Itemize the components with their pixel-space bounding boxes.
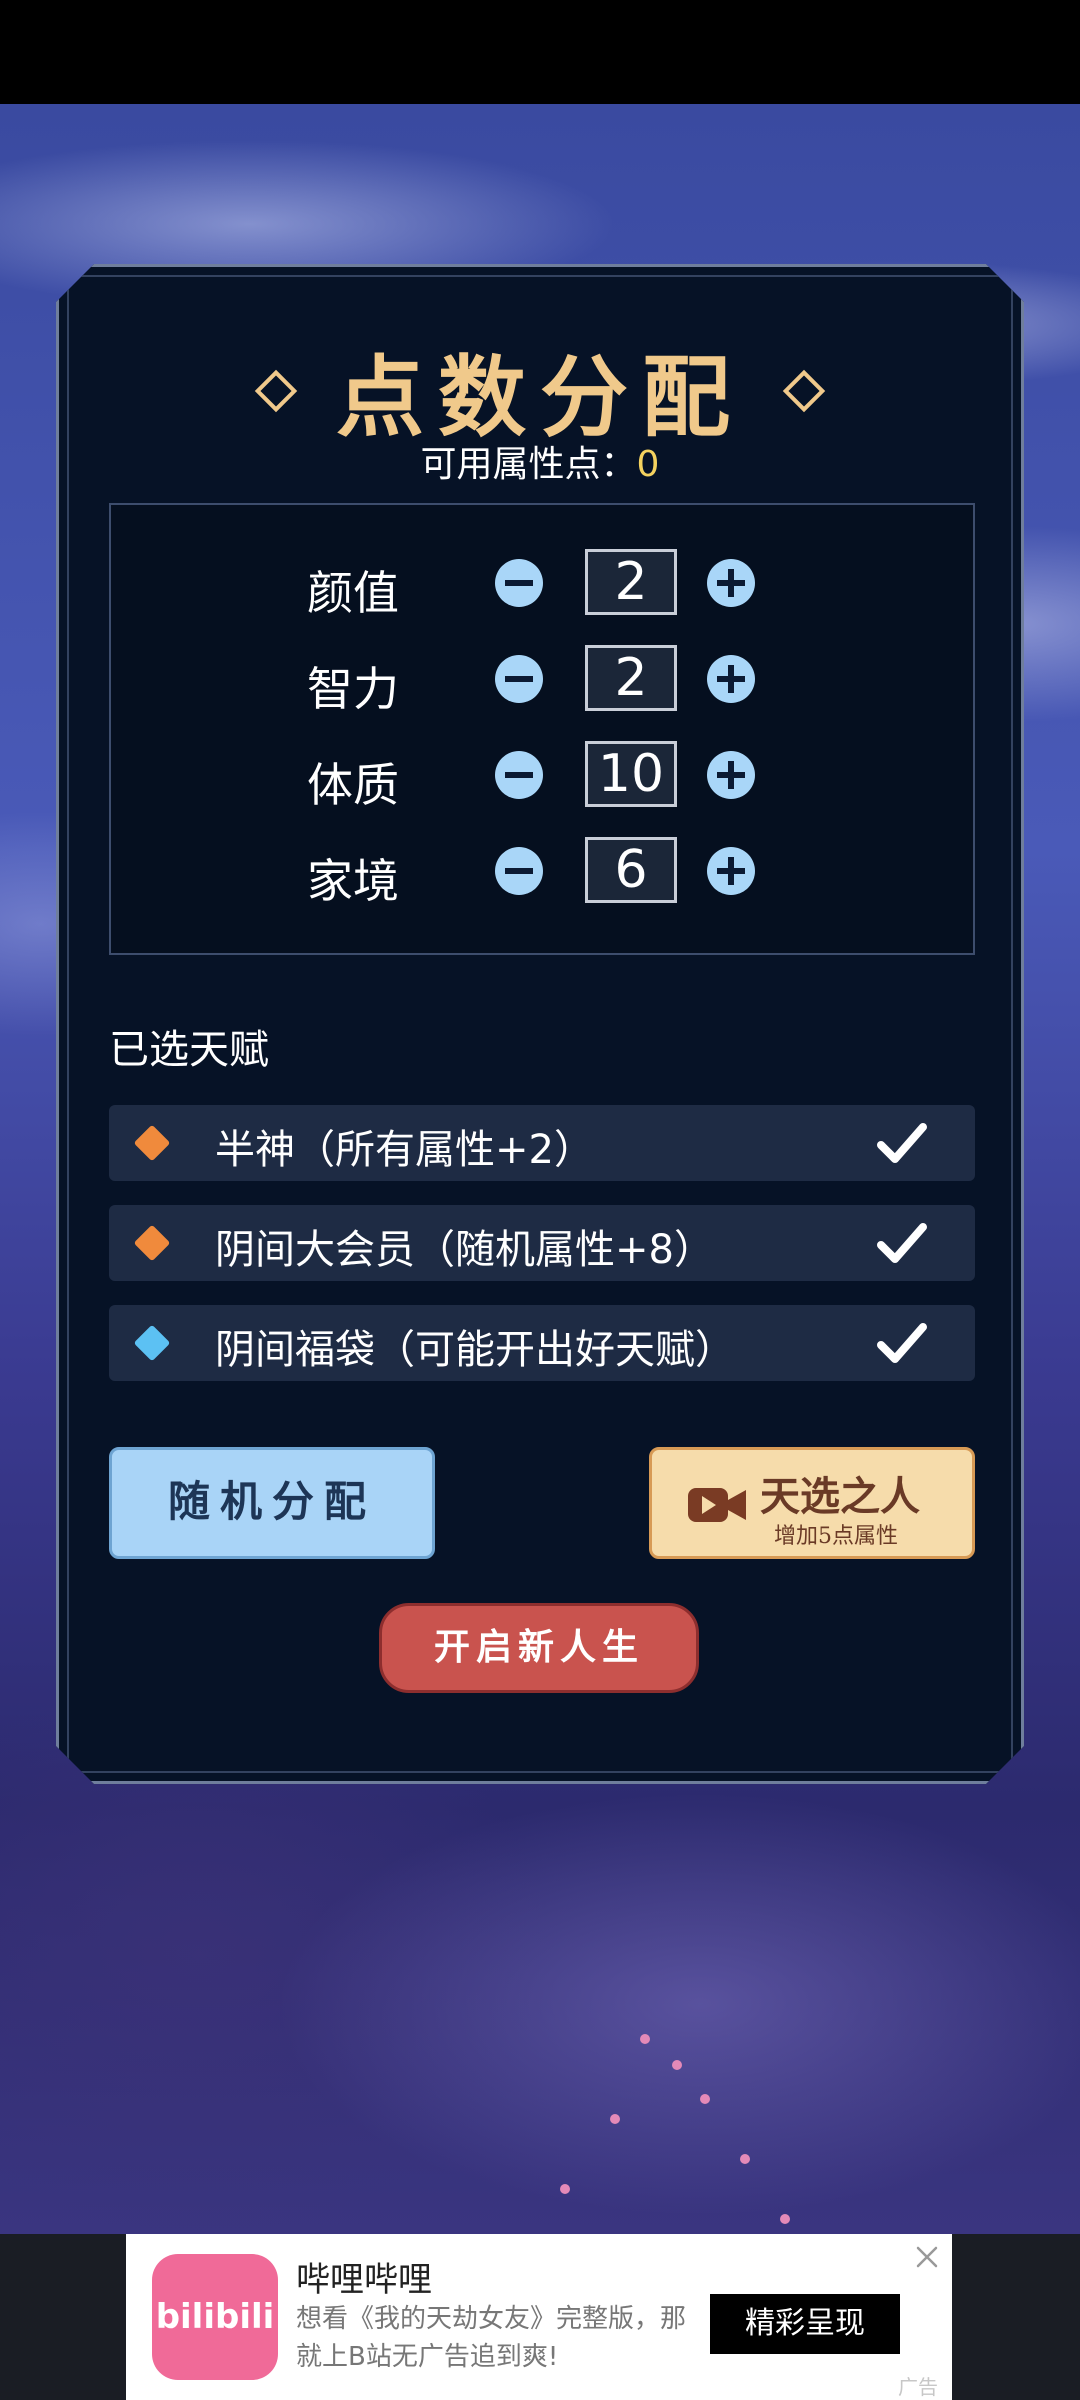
checkmark-icon bbox=[877, 1221, 927, 1265]
attribute-row-intelligence: 智力 2 bbox=[111, 645, 973, 715]
close-icon[interactable] bbox=[912, 2242, 942, 2272]
ad-badge: 广告 bbox=[898, 2375, 938, 2399]
status-bar bbox=[0, 0, 1080, 104]
checkmark-icon bbox=[877, 1121, 927, 1165]
talent-item[interactable]: 阴间福袋（可能开出好天赋） bbox=[109, 1305, 975, 1381]
chosen-one-label: 天选之人 bbox=[760, 1473, 920, 1520]
attribute-label: 智力 bbox=[307, 662, 399, 716]
available-points-label: 可用属性点： bbox=[420, 444, 637, 485]
diamond-gem-icon bbox=[134, 1225, 171, 1262]
video-icon bbox=[686, 1482, 748, 1528]
attribute-row-appearance: 颜值 2 bbox=[111, 549, 973, 619]
attribute-label: 颜值 bbox=[307, 566, 399, 620]
increase-button[interactable] bbox=[707, 559, 755, 607]
point-allocation-panel: 点数分配 可用属性点：0 颜值 2 智力 2 体质 10 家境 6 已选天赋 半… bbox=[56, 264, 1024, 1784]
increase-button[interactable] bbox=[707, 847, 755, 895]
talent-text: 阴间福袋（可能开出好天赋） bbox=[215, 1327, 735, 1373]
chosen-one-button[interactable]: 天选之人 增加5点属性 bbox=[649, 1447, 975, 1559]
attribute-row-family: 家境 6 bbox=[111, 837, 973, 907]
decrease-button[interactable] bbox=[495, 655, 543, 703]
diamond-gem-icon bbox=[134, 1325, 171, 1362]
attribute-value: 6 bbox=[585, 837, 677, 903]
diamond-gem-icon bbox=[134, 1125, 171, 1162]
ad-description: 想看《我的天劫女友》完整版，那就上B站无广告追到爽! bbox=[296, 2304, 687, 2372]
ad-title: 哔哩哔哩 bbox=[296, 2260, 432, 2300]
available-points-value: 0 bbox=[636, 444, 660, 485]
bilibili-logo: bilibili bbox=[152, 2254, 278, 2380]
start-new-life-button[interactable]: 开启新人生 bbox=[379, 1603, 699, 1693]
decrease-button[interactable] bbox=[495, 751, 543, 799]
attribute-label: 体质 bbox=[307, 758, 399, 812]
decrease-button[interactable] bbox=[495, 847, 543, 895]
talent-item[interactable]: 半神（所有属性+2） bbox=[109, 1105, 975, 1181]
talent-text: 半神（所有属性+2） bbox=[215, 1127, 594, 1173]
attribute-label: 家境 bbox=[307, 854, 399, 908]
attribute-value: 10 bbox=[585, 741, 677, 807]
random-allocate-button[interactable]: 随机分配 bbox=[109, 1447, 435, 1559]
talent-text: 阴间大会员（随机属性+8） bbox=[215, 1227, 714, 1273]
attribute-value: 2 bbox=[585, 549, 677, 615]
diamond-ornament-icon bbox=[255, 369, 297, 411]
talent-item[interactable]: 阴间大会员（随机属性+8） bbox=[109, 1205, 975, 1281]
ad-cta-button[interactable]: 精彩呈现 bbox=[710, 2294, 900, 2354]
chosen-one-sublabel: 增加5点属性 bbox=[774, 1524, 898, 1549]
increase-button[interactable] bbox=[707, 751, 755, 799]
checkmark-icon bbox=[877, 1321, 927, 1365]
decrease-button[interactable] bbox=[495, 559, 543, 607]
attribute-row-constitution: 体质 10 bbox=[111, 741, 973, 811]
increase-button[interactable] bbox=[707, 655, 755, 703]
available-points: 可用属性点：0 bbox=[59, 435, 1021, 487]
attribute-list: 颜值 2 智力 2 体质 10 家境 6 bbox=[109, 503, 975, 955]
attribute-value: 2 bbox=[585, 645, 677, 711]
ad-banner[interactable]: bilibili 哔哩哔哩 想看《我的天劫女友》完整版，那就上B站无广告追到爽!… bbox=[126, 2234, 952, 2400]
diamond-ornament-icon bbox=[783, 369, 825, 411]
selected-talents-title: 已选天赋 bbox=[109, 1027, 269, 1073]
